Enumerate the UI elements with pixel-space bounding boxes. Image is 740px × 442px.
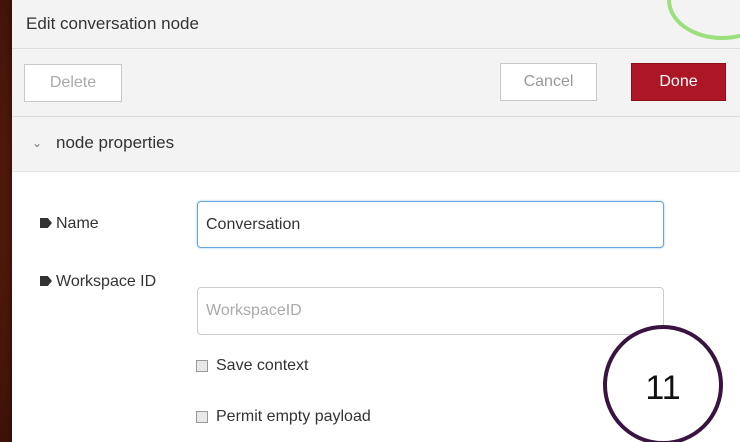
dialog-toolbar: Delete Cancel Done [12,49,740,117]
delete-button[interactable]: Delete [24,64,122,102]
dialog-title: Edit conversation node [26,14,199,33]
node-properties-section-toggle[interactable]: ⌄ node properties [12,117,740,172]
tag-icon [40,276,52,286]
workspace-id-input[interactable] [197,287,664,335]
permit-empty-payload-option[interactable]: Permit empty payload [196,408,371,426]
save-context-label: Save context [216,357,309,374]
save-context-checkbox[interactable] [196,360,208,372]
permit-empty-payload-checkbox[interactable] [196,411,208,423]
name-label: Name [40,212,99,236]
edit-node-dialog: Edit conversation node Delete Cancel Don… [12,0,740,442]
step-number: 11 [645,369,681,407]
section-title: node properties [56,133,175,152]
dialog-header: Edit conversation node [12,0,740,49]
chevron-down-icon: ⌄ [32,136,43,150]
cancel-button[interactable]: Cancel [500,63,597,101]
permit-empty-payload-label: Permit empty payload [216,408,371,425]
save-context-option[interactable]: Save context [196,357,309,375]
done-button[interactable]: Done [631,63,726,101]
workspace-id-label: Workspace ID [40,270,180,294]
tag-icon [40,218,52,228]
step-number-annotation: 11 [603,325,723,442]
name-input[interactable] [197,201,664,248]
